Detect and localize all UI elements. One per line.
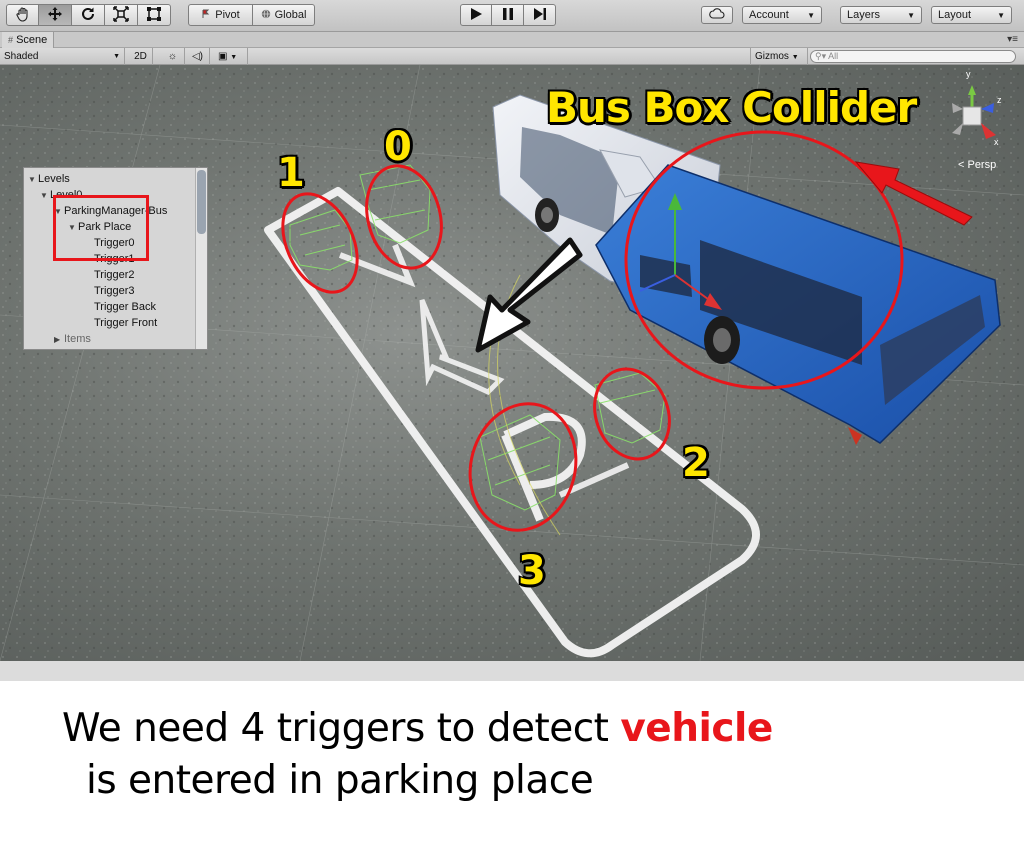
hierarchy-scrollbar[interactable] [195, 168, 207, 349]
pivot-label: Pivot [215, 9, 240, 21]
gizmos-dropdown[interactable]: Gizmos ▼ [750, 48, 808, 65]
step-icon [533, 7, 547, 24]
account-caret-icon: ▼ [807, 10, 815, 20]
account-label: Account [749, 9, 789, 21]
step-button[interactable] [524, 4, 556, 26]
hierarchy-item-label: Levels [38, 173, 70, 185]
hand-tool-button[interactable] [6, 4, 39, 26]
global-label: Global [274, 9, 307, 21]
hierarchy-item-trigger3[interactable]: Trigger3 [94, 283, 135, 299]
shading-mode-label: Shaded [4, 51, 39, 62]
mode-2d-label: 2D [134, 51, 147, 62]
global-button[interactable]: Global [253, 4, 315, 26]
persp-label[interactable]: < Persp [958, 159, 996, 171]
hierarchy-item-trigger-back[interactable]: Trigger Back [94, 299, 156, 315]
caption-highlight-word: vehicle [620, 706, 773, 751]
scale-tool-button[interactable] [105, 4, 138, 26]
search-placeholder: All [828, 51, 839, 61]
bus-box-collider-title: Bus Box Collider [546, 83, 917, 132]
move-arrows-icon [47, 6, 63, 25]
effects-caret-icon: ▼ [230, 54, 238, 61]
effects-dropdown[interactable]: ▣ ▼ [214, 48, 248, 65]
expanded-triangle-icon: ▼ [40, 191, 48, 200]
rect-tool-button[interactable] [138, 4, 171, 26]
hierarchy-item-trigger-front[interactable]: Trigger Front [94, 315, 157, 331]
axis-z-label: z [997, 95, 1002, 105]
layout-dropdown[interactable]: Layout ▼ [931, 6, 1012, 24]
pause-button[interactable] [492, 4, 524, 26]
scene-tab-bar: # Scene ▾≡ [0, 32, 1024, 48]
hierarchy-scrollbar-thumb[interactable] [197, 170, 206, 234]
trigger-number-3: 3 [518, 548, 546, 594]
scale-icon [113, 5, 129, 25]
image-icon: ▣ [218, 51, 228, 62]
cloud-button[interactable] [701, 6, 733, 24]
caption: We need 4 triggers to detect vehicle is … [62, 703, 1012, 807]
caption-line-2: is entered in parking place [86, 758, 594, 803]
rotate-icon [80, 6, 96, 25]
hierarchy-item[interactable]: ▼ Levels [28, 171, 70, 187]
main-toolbar: Pivot Global Account ▼ Layers ▼ Layout ▼ [0, 0, 1024, 32]
rotate-tool-button[interactable] [72, 4, 105, 26]
rect-tool-icon [146, 6, 162, 25]
axis-y-label: y [966, 69, 971, 79]
scene-drawing [0, 65, 1024, 661]
play-button[interactable] [460, 4, 492, 26]
sun-icon: ☼ [167, 51, 178, 62]
expanded-triangle-icon: ▼ [28, 175, 36, 184]
hierarchy-item[interactable]: ▶ Items [54, 331, 91, 347]
trigger-number-0: 0 [384, 124, 412, 170]
play-icon [469, 7, 483, 24]
pivot-toggle-group: Pivot Global [188, 4, 315, 26]
shading-caret-icon: ▼ [113, 53, 120, 60]
trigger-number-1: 1 [277, 150, 305, 196]
hierarchy-item-label: Items [64, 333, 91, 345]
axis-x-label: x [994, 137, 999, 147]
pause-icon [501, 7, 515, 24]
scene-toolbar: Shaded ▼ 2D ☼ ◁) ▣ ▼ Gizmos ▼ ⚲▾ All [0, 48, 1024, 65]
scene-tab-label: Scene [16, 34, 48, 46]
cloud-icon [709, 8, 725, 22]
unity-editor-screenshot: Pivot Global Account ▼ Layers ▼ Layout ▼… [0, 0, 1024, 856]
scene-search-input[interactable]: ⚲▾ All [810, 50, 1016, 63]
shading-mode-dropdown[interactable]: Shaded ▼ [0, 48, 125, 65]
hand-icon [15, 6, 31, 25]
caption-line-1-text: We need 4 triggers to detect [62, 706, 621, 751]
layers-caret-icon: ▼ [907, 10, 915, 20]
lighting-toggle[interactable]: ☼ [161, 48, 185, 65]
layout-caret-icon: ▼ [997, 10, 1005, 20]
pivot-button[interactable]: Pivot [188, 4, 253, 26]
pivot-icon [201, 9, 211, 22]
gizmos-caret-icon: ▼ [791, 54, 799, 61]
transform-tools [6, 4, 171, 26]
scene-viewport[interactable]: Bus Box Collider 0 1 2 3 < Persp y z x ▼… [0, 65, 1024, 661]
viewport-bottom-strip [0, 661, 1024, 681]
move-tool-button[interactable] [39, 4, 72, 26]
hierarchy-item-trigger2[interactable]: Trigger2 [94, 267, 135, 283]
audio-toggle[interactable]: ◁) [186, 48, 210, 65]
tab-scene[interactable]: # Scene [2, 32, 55, 48]
account-dropdown[interactable]: Account ▼ [742, 6, 822, 24]
caption-line-1: We need 4 triggers to detect vehicle [62, 703, 1012, 755]
mode-2d-toggle[interactable]: 2D [129, 48, 153, 65]
layout-label: Layout [938, 9, 972, 21]
speaker-icon: ◁) [191, 51, 204, 62]
trigger-number-2: 2 [682, 440, 710, 486]
playback-controls [460, 4, 556, 26]
tab-menu-icon[interactable]: ▾≡ [1007, 32, 1018, 48]
layers-label: Layers [847, 9, 881, 21]
layers-dropdown[interactable]: Layers ▼ [840, 6, 922, 24]
gizmos-label: Gizmos [755, 51, 789, 62]
collapsed-triangle-icon: ▶ [54, 335, 61, 344]
search-icon: ⚲▾ [815, 51, 827, 61]
scene-tab-icon: # [8, 35, 14, 45]
triggers-highlight-box [53, 195, 149, 261]
globe-icon [261, 8, 271, 22]
